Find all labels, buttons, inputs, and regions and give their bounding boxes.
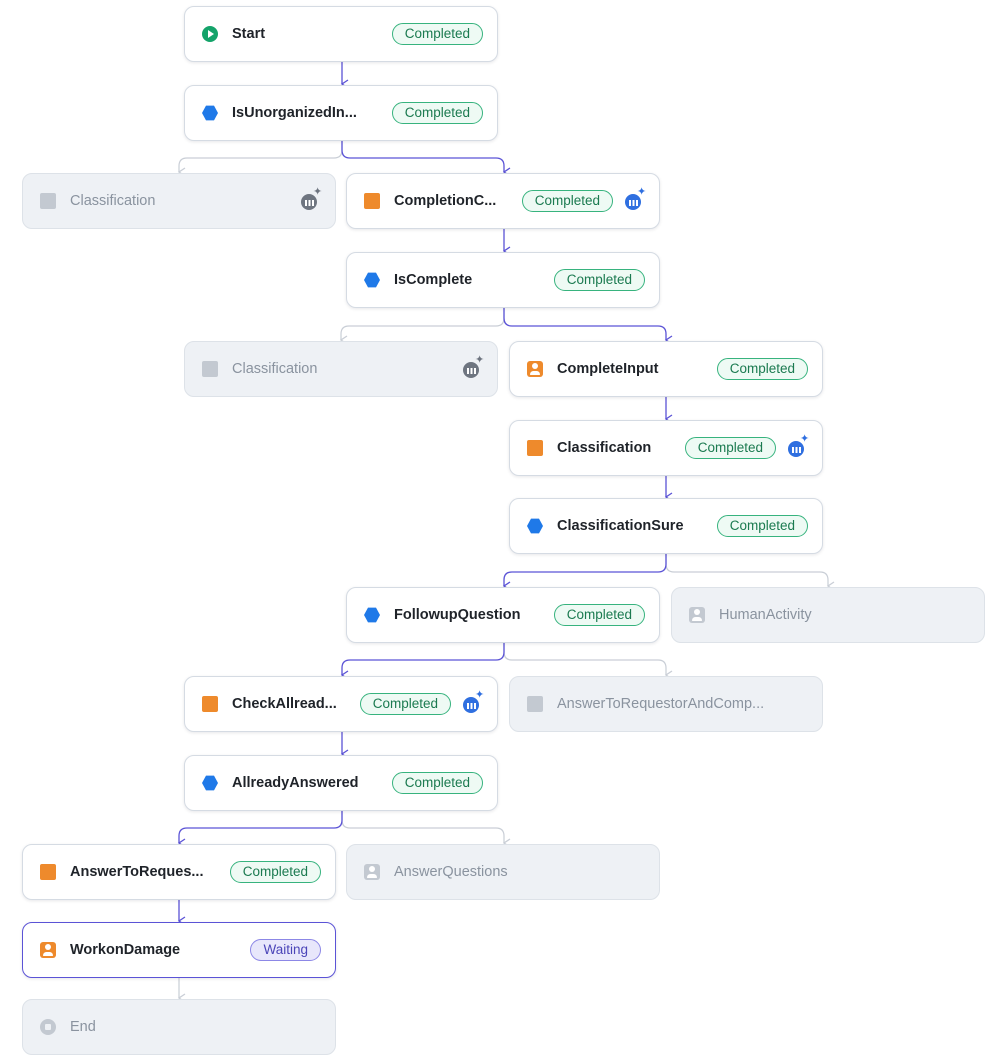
- user-task-icon: [689, 607, 705, 623]
- edge-inactive: [503, 643, 673, 680]
- node-classification-2[interactable]: Classification ✦: [184, 341, 498, 397]
- node-label: Classification: [232, 361, 318, 377]
- user-task-icon: [527, 361, 543, 377]
- node-is-unorganized[interactable]: IsUnorganizedIn... Completed: [184, 85, 498, 141]
- node-label: WorkonDamage: [70, 942, 181, 958]
- ai-agent-icon: ✦: [788, 434, 809, 458]
- node-work-on-damage[interactable]: WorkonDamage Waiting: [22, 922, 336, 978]
- status-badge: Completed: [359, 693, 451, 715]
- node-completion-check[interactable]: CompletionC... Completed ✦: [346, 173, 660, 229]
- edge-active: [502, 554, 667, 591]
- node-followup-question[interactable]: FollowupQuestion Completed: [346, 587, 660, 643]
- user-task-icon: [364, 864, 380, 880]
- node-label: End: [70, 1019, 96, 1035]
- status-badge: Completed: [391, 102, 483, 124]
- node-complete-input[interactable]: CompleteInput Completed: [509, 341, 823, 397]
- node-label: Start: [232, 26, 266, 42]
- play-circle-icon: [202, 26, 218, 42]
- status-badge: Completed: [553, 269, 645, 291]
- node-classification-3[interactable]: Classification Completed ✦: [509, 420, 823, 476]
- node-label: Classification: [557, 440, 652, 456]
- edge-inactive: [339, 308, 505, 345]
- node-label: AllreadyAnswered: [232, 775, 359, 791]
- ai-agent-icon: ✦: [301, 187, 322, 211]
- square-task-icon: [527, 440, 543, 456]
- node-classification-sure[interactable]: ClassificationSure Completed: [509, 498, 823, 554]
- hexagon-gateway-icon: [364, 272, 380, 288]
- square-task-icon: [364, 193, 380, 209]
- square-task-icon: [527, 696, 543, 712]
- node-label: AnswerToRequestorAndComp...: [557, 696, 765, 712]
- user-task-icon: [40, 942, 56, 958]
- node-answer-questions[interactable]: AnswerQuestions: [346, 844, 660, 900]
- status-badge: Completed: [521, 190, 613, 212]
- hexagon-gateway-icon: [364, 607, 380, 623]
- edge-active: [340, 643, 505, 680]
- status-badge: Completed: [229, 861, 321, 883]
- status-badge: Waiting: [250, 939, 321, 961]
- square-task-icon: [40, 193, 56, 209]
- status-badge: Completed: [391, 772, 483, 794]
- node-label: CompleteInput: [557, 361, 659, 377]
- node-label: AnswerQuestions: [394, 864, 508, 880]
- status-badge: Completed: [716, 515, 808, 537]
- node-label: IsUnorganizedIn...: [232, 105, 357, 121]
- node-label: IsComplete: [394, 272, 473, 288]
- status-badge: Completed: [553, 604, 645, 626]
- edge-active: [341, 141, 511, 177]
- hexagon-gateway-icon: [527, 518, 543, 534]
- hexagon-gateway-icon: [202, 105, 218, 121]
- node-label: Classification: [70, 193, 156, 209]
- ai-agent-icon: ✦: [463, 690, 484, 714]
- node-label: CompletionC...: [394, 193, 497, 209]
- node-label: HumanActivity: [719, 607, 812, 623]
- node-end[interactable]: End: [22, 999, 336, 1055]
- node-answer-to-requestor-complete[interactable]: AnswerToRequestorAndComp...: [509, 676, 823, 732]
- node-human-activity[interactable]: HumanActivity: [671, 587, 985, 643]
- square-task-icon: [202, 361, 218, 377]
- node-check-already[interactable]: CheckAllread... Completed ✦: [184, 676, 498, 732]
- stop-circle-icon: [40, 1019, 56, 1035]
- square-task-icon: [40, 864, 56, 880]
- node-classification-1[interactable]: Classification ✦: [22, 173, 336, 229]
- status-badge: Completed: [716, 358, 808, 380]
- hexagon-gateway-icon: [202, 775, 218, 791]
- square-task-icon: [202, 696, 218, 712]
- node-start[interactable]: Start Completed: [184, 6, 498, 62]
- status-badge: Completed: [684, 437, 776, 459]
- status-badge: Completed: [391, 23, 483, 45]
- edge-inactive: [341, 810, 511, 848]
- node-label: ClassificationSure: [557, 518, 684, 534]
- edge-active: [503, 308, 673, 345]
- edge-inactive: [665, 554, 835, 591]
- edge-active: [177, 810, 343, 848]
- node-answer-to-requestor[interactable]: AnswerToReques... Completed: [22, 844, 336, 900]
- node-already-answered[interactable]: AllreadyAnswered Completed: [184, 755, 498, 811]
- node-label: AnswerToReques...: [70, 864, 204, 880]
- edge-inactive: [177, 141, 343, 177]
- node-label: FollowupQuestion: [394, 607, 521, 623]
- node-label: CheckAllread...: [232, 696, 337, 712]
- ai-agent-icon: ✦: [625, 187, 646, 211]
- node-is-complete[interactable]: IsComplete Completed: [346, 252, 660, 308]
- ai-agent-icon: ✦: [463, 355, 484, 379]
